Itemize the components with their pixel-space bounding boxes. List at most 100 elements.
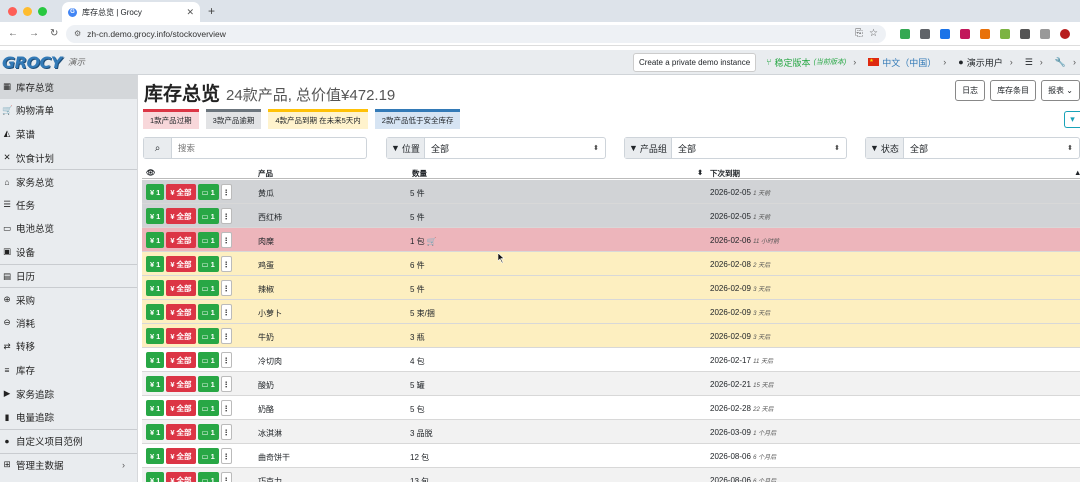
consume-one-button[interactable]: ¥1 bbox=[146, 472, 165, 482]
status-badge[interactable]: 4款产品到期 在未来5天内 bbox=[268, 109, 368, 129]
column-due-date[interactable]: 下次到期 bbox=[710, 168, 740, 179]
sidebar-item[interactable]: ☰ 任务 bbox=[0, 193, 137, 217]
product-name[interactable]: 黄瓜 bbox=[258, 188, 274, 199]
status-badge[interactable]: 3款产品逾期 bbox=[205, 109, 262, 129]
install-icon[interactable]: ⎘ bbox=[855, 28, 863, 39]
open-one-button[interactable]: ▭ 1 bbox=[197, 424, 219, 440]
consume-all-button[interactable]: ¥ 全部 bbox=[166, 448, 196, 464]
sidebar-item[interactable]: ⇄ 转移 bbox=[0, 335, 137, 359]
consume-all-button[interactable]: ¥ 全部 bbox=[166, 280, 196, 296]
open-one-button[interactable]: ▭ 1 bbox=[197, 208, 219, 224]
sidebar-item[interactable]: ● 自定义项目范例 bbox=[0, 428, 137, 453]
product-name[interactable]: 奶酪 bbox=[258, 404, 274, 415]
site-info-icon[interactable]: ⚙ bbox=[74, 29, 81, 38]
consume-all-button[interactable]: ¥ 全部 bbox=[166, 328, 196, 344]
language-menu[interactable]: 中文（中国） › bbox=[868, 56, 946, 69]
close-tab-icon[interactable]: ✕ bbox=[186, 7, 194, 18]
more-actions-button[interactable]: ⋮ bbox=[220, 400, 232, 416]
extension-star-icon[interactable] bbox=[980, 28, 990, 39]
sort-asc-icon[interactable]: ▲ bbox=[1074, 168, 1080, 177]
consume-all-button[interactable]: ¥ 全部 bbox=[166, 184, 196, 200]
open-one-button[interactable]: ▭ 1 bbox=[197, 448, 219, 464]
extension-scissors-icon[interactable] bbox=[920, 28, 930, 39]
sidebar-item[interactable]: ≡ 库存 bbox=[0, 358, 137, 382]
settings-sliders-icon[interactable]: ☰ › bbox=[1025, 57, 1043, 68]
more-actions-button[interactable]: ⋮ bbox=[220, 472, 232, 482]
minimize-window-icon[interactable] bbox=[23, 6, 32, 16]
sidebar-item[interactable]: ▤ 日历 bbox=[0, 263, 137, 288]
product-name[interactable]: 巧克力 bbox=[258, 476, 282, 482]
sidebar-item[interactable]: ⌂ 家务总览 bbox=[0, 169, 137, 193]
product-name[interactable]: 曲奇饼干 bbox=[258, 452, 290, 463]
more-actions-button[interactable]: ⋮ bbox=[220, 232, 232, 248]
consume-one-button[interactable]: ¥1 bbox=[146, 400, 165, 416]
filter-toggle-icon[interactable]: ▾ bbox=[1064, 111, 1080, 128]
extension-pencil-icon[interactable] bbox=[940, 28, 950, 39]
consume-one-button[interactable]: ¥1 bbox=[146, 280, 165, 296]
column-product[interactable]: 产品 bbox=[258, 168, 273, 179]
product-name[interactable]: 冰淇淋 bbox=[258, 428, 282, 439]
open-one-button[interactable]: ▭ 1 bbox=[197, 304, 219, 320]
consume-one-button[interactable]: ¥1 bbox=[146, 208, 165, 224]
product-name[interactable]: 肉糜 bbox=[258, 236, 274, 247]
column-amount[interactable]: 数量 bbox=[412, 168, 427, 179]
sidebar-item[interactable]: ▶ 家务追踪 bbox=[0, 382, 137, 406]
new-tab-icon[interactable]: + bbox=[208, 4, 215, 18]
status-badge[interactable]: 1款产品过期 bbox=[143, 109, 199, 129]
consume-one-button[interactable]: ¥1 bbox=[146, 184, 165, 200]
product-name[interactable]: 冷切肉 bbox=[258, 356, 282, 367]
more-actions-button[interactable]: ⋮ bbox=[220, 280, 232, 296]
sidebar-panel-icon[interactable] bbox=[1040, 28, 1050, 39]
product-name[interactable]: 酸奶 bbox=[258, 380, 274, 391]
status-filter[interactable]: ▼ 状态 全部 ⬍ bbox=[865, 137, 1080, 159]
extension-shield-icon[interactable] bbox=[900, 28, 910, 39]
reports-button[interactable]: 报表 ⌄ bbox=[1041, 80, 1080, 101]
address-bar[interactable]: ⚙ zh-cn.demo.grocy.info/stockoverview ⎘ … bbox=[66, 24, 886, 43]
location-filter[interactable]: ▼ 位置 全部 ⬍ bbox=[386, 137, 606, 159]
sidebar-item[interactable]: ▮ 电量追踪 bbox=[0, 405, 137, 429]
back-icon[interactable]: ← bbox=[8, 28, 18, 39]
maximize-window-icon[interactable] bbox=[38, 6, 47, 16]
open-one-button[interactable]: ▭ 1 bbox=[197, 328, 219, 344]
consume-one-button[interactable]: ¥1 bbox=[146, 232, 165, 248]
search-input[interactable] bbox=[172, 138, 362, 158]
more-actions-button[interactable]: ⋮ bbox=[220, 352, 232, 368]
sidebar-item[interactable]: ⊞ 管理主数据 › bbox=[0, 452, 137, 477]
wrench-icon[interactable]: 🔧 › bbox=[1055, 57, 1076, 68]
product-group-filter[interactable]: ▼ 产品组 全部 ⬍ bbox=[624, 137, 847, 159]
product-name[interactable]: 辣椒 bbox=[258, 284, 274, 295]
open-one-button[interactable]: ▭ 1 bbox=[197, 232, 219, 248]
browser-tab[interactable]: G 库存总览 | Grocy ✕ bbox=[62, 2, 200, 22]
journal-button[interactable]: 日志 bbox=[955, 80, 986, 101]
consume-one-button[interactable]: ¥1 bbox=[146, 424, 165, 440]
open-one-button[interactable]: ▭ 1 bbox=[197, 400, 219, 416]
extension-leaf-icon[interactable] bbox=[1000, 28, 1010, 39]
open-one-button[interactable]: ▭ 1 bbox=[197, 184, 219, 200]
consume-all-button[interactable]: ¥ 全部 bbox=[166, 304, 196, 320]
more-actions-button[interactable]: ⋮ bbox=[220, 184, 232, 200]
sidebar-item[interactable]: 🛒 购物清单 bbox=[0, 99, 137, 123]
open-one-button[interactable]: ▭ 1 bbox=[197, 352, 219, 368]
user-menu[interactable]: ● 演示用户 › bbox=[958, 56, 1012, 69]
sidebar-item[interactable]: ▦ 库存总览 bbox=[0, 75, 137, 99]
more-actions-button[interactable]: ⋮ bbox=[220, 424, 232, 440]
sidebar-item[interactable]: ◭ 菜谱 bbox=[0, 122, 137, 146]
open-one-button[interactable]: ▭ 1 bbox=[197, 472, 219, 482]
consume-one-button[interactable]: ¥1 bbox=[146, 256, 165, 272]
product-name[interactable]: 牛奶 bbox=[258, 332, 274, 343]
product-name[interactable]: 小萝卜 bbox=[258, 308, 282, 319]
sidebar-item[interactable]: ▭ 电池总览 bbox=[0, 217, 137, 241]
consume-all-button[interactable]: ¥ 全部 bbox=[166, 232, 196, 248]
more-actions-button[interactable]: ⋮ bbox=[220, 256, 232, 272]
grocy-logo[interactable]: GROCY bbox=[0, 53, 62, 72]
consume-one-button[interactable]: ¥1 bbox=[146, 352, 165, 368]
column-visibility-eye-icon[interactable]: 👁 bbox=[146, 168, 156, 177]
product-name[interactable]: 鸡蛋 bbox=[258, 260, 274, 271]
create-demo-button[interactable]: Create a private demo instance bbox=[632, 52, 757, 72]
open-one-button[interactable]: ▭ 1 bbox=[197, 280, 219, 296]
open-one-button[interactable]: ▭ 1 bbox=[197, 256, 219, 272]
sort-icon[interactable]: ⬍ bbox=[697, 168, 703, 177]
bookmark-star-icon[interactable]: ☆ bbox=[869, 28, 878, 39]
reload-icon[interactable]: ↻ bbox=[50, 28, 58, 39]
forward-icon[interactable]: → bbox=[29, 28, 39, 39]
